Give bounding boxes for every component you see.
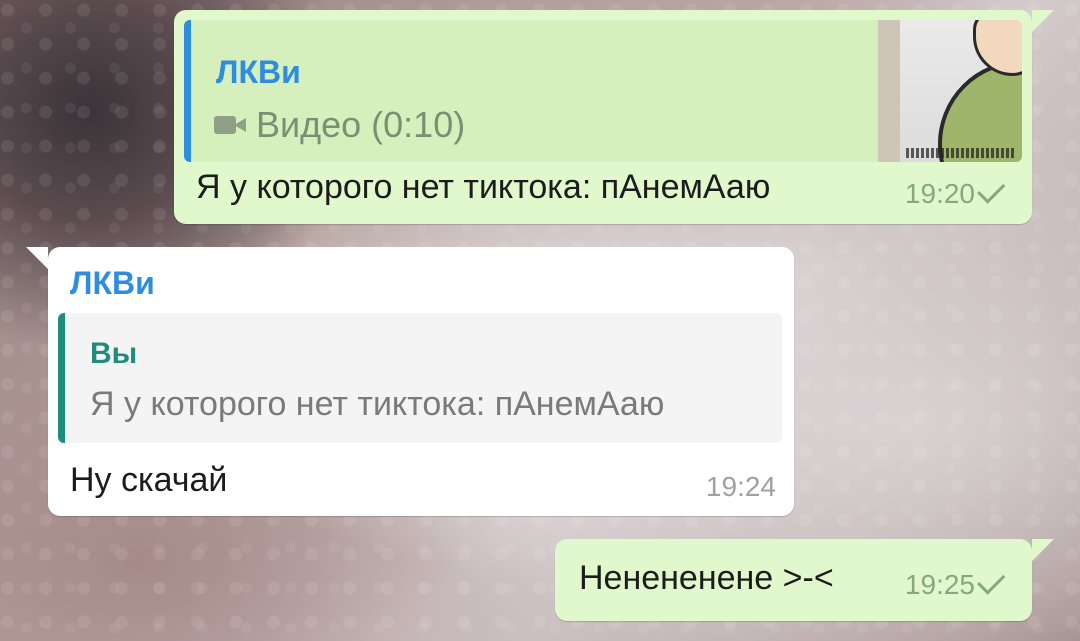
message-text: Ну скачай (70, 461, 228, 499)
video-camera-icon (214, 114, 246, 136)
check-icon (977, 174, 1006, 204)
reply-author: ЛКВи (216, 54, 301, 90)
message-text: Нененененe >-< (579, 559, 834, 597)
message-time: 19:25 (904, 569, 975, 600)
check-icon (977, 565, 1006, 595)
sender-name[interactable]: ЛКВи (70, 265, 155, 302)
message-text: Я у которого нет тиктока: пАнемАаю (196, 168, 771, 206)
message-meta: 19:20 (904, 174, 1006, 210)
message-bubble-outgoing[interactable]: Нененененe >-< 19:25 (555, 539, 1054, 621)
reply-accent-bar (184, 20, 191, 162)
message-meta: 19:24 (706, 471, 776, 503)
video-thumbnail[interactable] (878, 20, 1022, 162)
message-meta: 19:25 (904, 565, 1006, 601)
reply-preview-row: Видео (0:10) (214, 104, 465, 146)
message-bubble-incoming[interactable]: ЛКВи Вы Я у которого нет тиктока: пАнемА… (26, 247, 794, 516)
reply-quote[interactable]: Вы Я у которого нет тиктока: пАнемАаю (58, 313, 782, 443)
reply-quote[interactable]: ЛКВи Видео (0:10) (184, 20, 1022, 162)
message-time: 19:24 (705, 471, 776, 502)
reply-preview-text: Я у которого нет тиктока: пАнемАаю (90, 385, 665, 423)
message-time: 19:20 (904, 178, 975, 209)
reply-accent-bar (58, 313, 65, 443)
reply-preview-text: Видео (0:10) (256, 104, 466, 145)
reply-author: Вы (90, 337, 138, 370)
message-bubble-outgoing[interactable]: ЛКВи Видео (0:10) Я у которого нет тикто… (174, 10, 1054, 224)
